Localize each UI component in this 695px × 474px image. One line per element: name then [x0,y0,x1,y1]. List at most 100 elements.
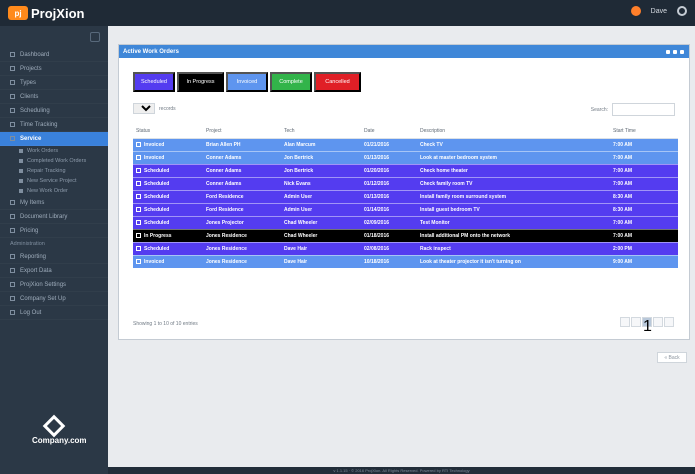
filter-complete-button[interactable]: Complete [270,72,312,92]
sidebar-item-time-tracking[interactable]: Time Tracking [0,118,108,132]
checkbox-icon[interactable] [136,180,141,186]
checkbox-icon[interactable] [136,219,141,225]
description-cell: Rack inspect [417,242,610,256]
last-page-icon[interactable] [664,317,674,327]
plus-icon [19,189,23,193]
project-header[interactable]: Project [203,125,281,139]
description-cell: Install guest bedroom TV [417,203,610,217]
description-cell: Install family room surround system [417,190,610,204]
table-row[interactable]: Scheduled Conner Adams Jon Bertrick 01/20/2… [133,164,678,178]
sidebar-item-dashboard[interactable]: Dashboard [0,48,108,62]
active-work-orders-panel: Active Work Orders Scheduled In Progress… [118,44,690,340]
table-row[interactable]: Scheduled Jones Projector Chad Wheeler 02/0… [133,216,678,230]
filter-in-progress-button[interactable]: In Progress [177,72,224,92]
user-menu[interactable]: Dave [651,8,667,15]
message-icon[interactable] [630,6,641,16]
checkbox-icon[interactable] [136,167,141,173]
sidebar-item-pricing[interactable]: Pricing [0,224,108,238]
sidebar-item-clients[interactable]: Clients [0,90,108,104]
footer: v 1.1.15 · © 2016 ProjXion. All Rights R… [108,467,695,474]
sidebar-subitem-new-service[interactable]: New Service Project [0,176,108,186]
back-button[interactable]: « Back [657,352,687,363]
sidebar-item-types[interactable]: Types [0,76,108,90]
sidebar-toggle-icon[interactable] [90,32,100,42]
sidebar-subitem-work-orders[interactable]: Work Orders [0,146,108,156]
records-label: records [159,105,176,112]
search-input[interactable] [612,103,675,116]
filter-cancelled-button[interactable]: Cancelled [314,72,361,92]
tech-cell: Nick Evans [281,177,361,191]
dashboard-icon [10,52,15,57]
first-page-icon[interactable] [620,317,630,327]
refresh-icon[interactable] [673,49,677,54]
previous-page-icon[interactable] [631,317,641,327]
table-row[interactable]: Scheduled Ford Residence Admin User 01/14/2… [133,203,678,217]
filter-scheduled-button[interactable]: Scheduled [133,72,175,92]
status-header[interactable]: Status [133,125,203,139]
page-current[interactable]: 1 [642,317,652,335]
sidebar-subitem-new-work-order[interactable]: New Work Order [0,186,108,196]
checkbox-icon[interactable] [136,154,141,160]
projxion-logo[interactable]: pj ProjXion [8,4,88,22]
tech-header[interactable]: Tech [281,125,361,139]
description-header[interactable]: Description [417,125,610,139]
project-cell: Jones Residence [203,242,281,256]
project-cell: Brian Allen PH [203,138,281,152]
tech-cell: Alan Marcum [281,138,361,152]
repair-icon [19,169,23,173]
tech-cell: Admin User [281,203,361,217]
checkbox-icon[interactable] [136,232,141,238]
checkbox-icon[interactable] [136,193,141,199]
sidebar-item-logout[interactable]: Log Out [0,306,108,320]
table-row[interactable]: Scheduled Jones Residence Dave Hair 02/08/2… [133,242,678,256]
sidebar-subitem-completed[interactable]: Completed Work Orders [0,156,108,166]
table-row[interactable]: In Progress Jones Residence Chad Wheeler 01… [133,229,678,243]
wrench-icon [10,136,15,141]
status-cell: Scheduled [133,190,203,204]
checkbox-icon[interactable] [136,141,141,147]
table-info: Showing 1 to 10 of 10 entries [133,321,198,327]
date-header[interactable]: Date [361,125,417,139]
filter-invoiced-button[interactable]: Invoiced [226,72,268,92]
records-control: 10 records [133,103,176,114]
status-cell: Scheduled [133,203,203,217]
sidebar-item-my-items[interactable]: My Items [0,196,108,210]
sidebar-item-projects[interactable]: Projects [0,62,108,76]
collapse-icon[interactable] [666,49,670,54]
checkbox-icon[interactable] [136,258,141,264]
sidebar: Dashboard Projects Types Clients Schedul… [0,26,108,474]
status-filter-group: Scheduled In Progress Invoiced Complete … [133,72,361,92]
sidebar-subitem-repair[interactable]: Repair Tracking [0,166,108,176]
next-page-icon[interactable] [653,317,663,327]
plus-icon [19,179,23,183]
records-select[interactable]: 10 [133,103,155,114]
logout-icon [10,310,15,315]
description-cell: Look at master bedroom system [417,151,610,165]
sidebar-item-service[interactable]: Service [0,132,108,146]
types-icon [10,80,15,85]
gear-icon[interactable] [677,6,687,16]
settings-icon [10,282,15,287]
date-cell: 01/21/2016 [361,138,417,152]
date-cell: 01/18/2016 [361,229,417,243]
table-row[interactable]: Scheduled Ford Residence Admin User 01/13/2… [133,190,678,204]
sidebar-item-document-library[interactable]: Document Library [0,210,108,224]
sidebar-item-scheduling[interactable]: Scheduling [0,104,108,118]
sidebar-item-reporting[interactable]: Reporting [0,250,108,264]
start-time-cell: 8:30 AM [610,190,678,204]
description-cell: Look at theater projector it isn't turni… [417,255,610,269]
close-icon[interactable] [680,49,684,54]
table-row[interactable]: Invoiced Conner Adams Jon Bertrick 01/13/20… [133,151,678,165]
start-time-header[interactable]: Start Time [610,125,678,139]
table-row[interactable]: Scheduled Conner Adams Nick Evans 01/12/201… [133,177,678,191]
checkbox-icon[interactable] [136,245,141,251]
table-row[interactable]: Invoiced Jones Residence Dave Hair 10/18/20… [133,255,678,269]
project-cell: Ford Residence [203,203,281,217]
sidebar-item-export[interactable]: Export Data [0,264,108,278]
sidebar-item-settings[interactable]: ProjXion Settings [0,278,108,292]
sidebar-item-company-setup[interactable]: Company Set Up [0,292,108,306]
table-row[interactable]: Invoiced Brian Allen PH Alan Marcum 01/21/2… [133,138,678,152]
status-cell: Scheduled [133,177,203,191]
panel-header: Active Work Orders [119,45,689,58]
checkbox-icon[interactable] [136,206,141,212]
